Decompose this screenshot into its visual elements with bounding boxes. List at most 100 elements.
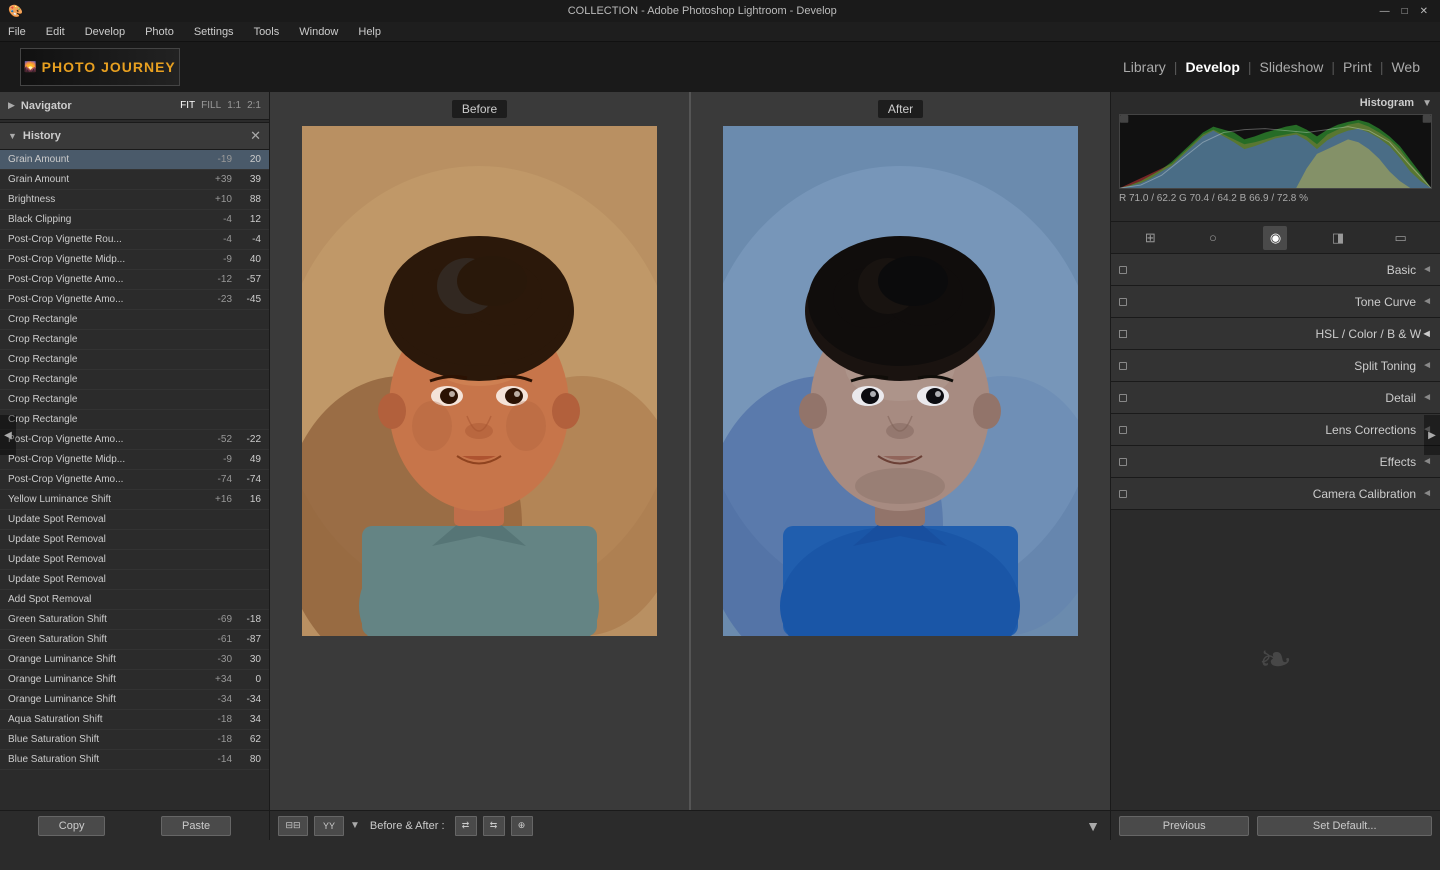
history-item-val1: -4	[202, 214, 232, 225]
menu-develop[interactable]: Develop	[81, 25, 129, 39]
history-item[interactable]: Crop Rectangle	[0, 330, 269, 350]
zoom-2to1[interactable]: 2:1	[247, 100, 261, 111]
history-item[interactable]: Yellow Luminance Shift +16 16	[0, 490, 269, 510]
menu-edit[interactable]: Edit	[42, 25, 69, 39]
history-item[interactable]: Green Saturation Shift -61 -87	[0, 630, 269, 650]
history-item[interactable]: Orange Luminance Shift -34 -34	[0, 690, 269, 710]
history-item-name: Post-Crop Vignette Rou...	[8, 234, 202, 245]
section-label: Split Toning	[1135, 359, 1416, 373]
right-nav-arrow[interactable]: ▶	[1424, 415, 1440, 455]
history-close[interactable]: ✕	[250, 128, 261, 144]
minimize-btn[interactable]: —	[1376, 6, 1394, 17]
menu-file[interactable]: File	[4, 25, 30, 39]
history-item[interactable]: Crop Rectangle	[0, 350, 269, 370]
nav-develop[interactable]: Develop	[1185, 59, 1239, 75]
previous-button[interactable]: Previous	[1119, 816, 1249, 836]
history-item-val2: 12	[236, 214, 261, 225]
history-item[interactable]: Crop Rectangle	[0, 410, 269, 430]
history-item[interactable]: Post-Crop Vignette Amo... -12 -57	[0, 270, 269, 290]
section-arrow: ◄	[1422, 488, 1432, 499]
maximize-btn[interactable]: □	[1398, 6, 1412, 17]
section-label: Tone Curve	[1135, 295, 1416, 309]
zoom-fill[interactable]: FILL	[201, 100, 221, 111]
history-item[interactable]: Post-Crop Vignette Amo... -74 -74	[0, 470, 269, 490]
history-item[interactable]: Update Spot Removal	[0, 530, 269, 550]
history-item[interactable]: Green Saturation Shift -69 -18	[0, 610, 269, 630]
right-section-4[interactable]: Detail ◄	[1111, 382, 1440, 414]
history-item[interactable]: Post-Crop Vignette Amo... -52 -22	[0, 430, 269, 450]
right-section-7[interactable]: Camera Calibration ◄	[1111, 478, 1440, 510]
history-item[interactable]: Blue Saturation Shift -18 62	[0, 730, 269, 750]
history-item-val2: 0	[236, 674, 261, 685]
right-section-0[interactable]: Basic ◄	[1111, 254, 1440, 286]
menu-tools[interactable]: Tools	[250, 25, 284, 39]
history-item[interactable]: Update Spot Removal	[0, 570, 269, 590]
nav-print[interactable]: Print	[1343, 59, 1372, 75]
history-item[interactable]: Post-Crop Vignette Midp... -9 40	[0, 250, 269, 270]
menu-help[interactable]: Help	[354, 25, 385, 39]
layout-view-btn[interactable]: ⊟⊟	[278, 816, 308, 836]
history-item[interactable]: Crop Rectangle	[0, 310, 269, 330]
bw-icon[interactable]: ◨	[1326, 226, 1350, 250]
cycle-btn[interactable]: ⊕	[511, 816, 533, 836]
left-panel: ▶ Navigator FIT FILL 1:1 2:1 ▼ History ✕…	[0, 92, 270, 840]
dropdown-arrow[interactable]: ▼	[350, 820, 360, 831]
yy-btn[interactable]: YY	[314, 816, 344, 836]
set-default-button[interactable]: Set Default...	[1257, 816, 1432, 836]
menu-photo[interactable]: Photo	[141, 25, 178, 39]
zoom-fit[interactable]: FIT	[180, 100, 195, 111]
history-item[interactable]: Brightness +10 88	[0, 190, 269, 210]
swap-btn[interactable]: ⇄	[455, 816, 477, 836]
right-section-5[interactable]: Lens Corrections ◄	[1111, 414, 1440, 446]
menu-window[interactable]: Window	[295, 25, 342, 39]
history-item[interactable]: Post-Crop Vignette Rou... -4 -4	[0, 230, 269, 250]
history-item[interactable]: Update Spot Removal	[0, 550, 269, 570]
gradient-icon[interactable]: ▭	[1389, 226, 1413, 250]
nav-web[interactable]: Web	[1391, 59, 1420, 75]
arrows-btn[interactable]: ⇆	[483, 816, 505, 836]
close-btn[interactable]: ✕	[1416, 6, 1432, 17]
histogram-expand[interactable]: ▼	[1422, 98, 1432, 109]
histogram-header: Histogram ▼	[1111, 92, 1440, 114]
history-item-val2: 49	[236, 454, 261, 465]
history-item[interactable]: Grain Amount +39 39	[0, 170, 269, 190]
history-item[interactable]: Update Spot Removal	[0, 510, 269, 530]
history-item[interactable]: Post-Crop Vignette Amo... -23 -45	[0, 290, 269, 310]
history-list: Grain Amount -19 20 Grain Amount +39 39 …	[0, 150, 269, 810]
history-item-name: Grain Amount	[8, 154, 202, 165]
copy-button[interactable]: Copy	[38, 816, 106, 836]
history-item[interactable]: Orange Luminance Shift +34 0	[0, 670, 269, 690]
history-item[interactable]: Add Spot Removal	[0, 590, 269, 610]
crop-icon[interactable]: ○	[1201, 226, 1225, 250]
left-panel-bottom: Copy Paste	[0, 810, 269, 840]
right-section-2[interactable]: HSL / Color / B & W ◄	[1111, 318, 1440, 350]
history-item-val1: -61	[202, 634, 232, 645]
nav-library[interactable]: Library	[1123, 59, 1166, 75]
history-item[interactable]: Aqua Saturation Shift -18 34	[0, 710, 269, 730]
menu-settings[interactable]: Settings	[190, 25, 238, 39]
spot-icon[interactable]: ◉	[1263, 226, 1287, 250]
history-item-name: Grain Amount	[8, 174, 202, 185]
history-item[interactable]: Blue Saturation Shift -14 80	[0, 750, 269, 770]
history-item[interactable]: Grain Amount -19 20	[0, 150, 269, 170]
navigator-toggle[interactable]: ▶	[8, 100, 15, 111]
history-item[interactable]: Orange Luminance Shift -30 30	[0, 650, 269, 670]
paste-button[interactable]: Paste	[161, 816, 231, 836]
toolbar-expand-down[interactable]: ▼	[1084, 818, 1102, 834]
history-item[interactable]: Crop Rectangle	[0, 370, 269, 390]
section-label: Lens Corrections	[1135, 423, 1416, 437]
history-item[interactable]: Post-Crop Vignette Midp... -9 49	[0, 450, 269, 470]
nav-slideshow[interactable]: Slideshow	[1260, 59, 1324, 75]
right-section-3[interactable]: Split Toning ◄	[1111, 350, 1440, 382]
history-item-val2: 20	[236, 154, 261, 165]
history-toggle[interactable]: ▼	[8, 131, 17, 141]
zoom-1to1[interactable]: 1:1	[227, 100, 241, 111]
right-section-1[interactable]: Tone Curve ◄	[1111, 286, 1440, 318]
grid-icon[interactable]: ⊞	[1138, 226, 1162, 250]
history-item-val1: -18	[202, 714, 232, 725]
section-arrow: ◄	[1422, 264, 1432, 275]
history-item[interactable]: Black Clipping -4 12	[0, 210, 269, 230]
history-item[interactable]: Crop Rectangle	[0, 390, 269, 410]
left-nav-arrow[interactable]: ◀	[0, 415, 16, 455]
right-section-6[interactable]: Effects ◄	[1111, 446, 1440, 478]
